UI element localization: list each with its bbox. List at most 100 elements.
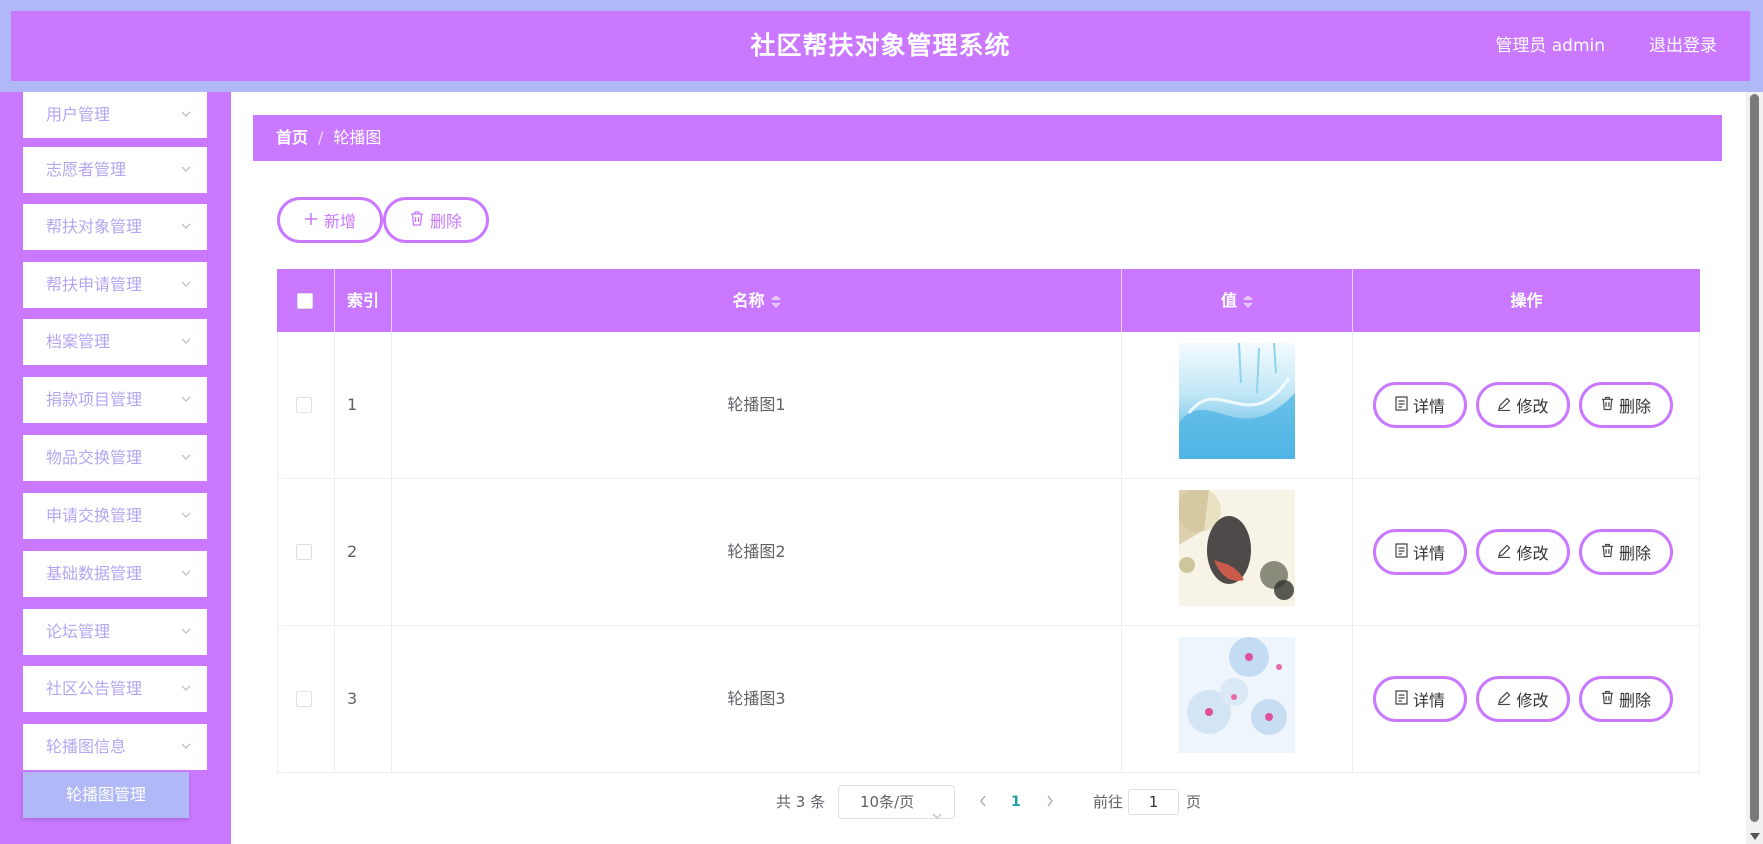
chevron-down-icon bbox=[179, 204, 193, 250]
sort-icon[interactable] bbox=[1243, 294, 1253, 309]
sidebar-item-donation-projects[interactable]: 捐款项目管理 bbox=[23, 377, 207, 423]
goto-page-input[interactable] bbox=[1128, 789, 1179, 815]
goto-label: 前往 bbox=[1093, 793, 1124, 811]
sidebar-item-exchange-requests[interactable]: 申请交换管理 bbox=[23, 493, 207, 539]
trash-icon bbox=[1601, 543, 1614, 562]
row-select-cell bbox=[278, 626, 335, 772]
sidebar-item-carousel-info[interactable]: 轮播图信息 bbox=[23, 724, 207, 770]
vertical-scrollbar[interactable] bbox=[1746, 92, 1763, 844]
select-all-checkbox[interactable] bbox=[297, 293, 313, 309]
detail-button-label: 详情 bbox=[1412, 397, 1445, 416]
breadcrumb-current: 轮播图 bbox=[333, 128, 382, 147]
app-title: 社区帮扶对象管理系统 bbox=[750, 31, 1011, 60]
pencil-icon bbox=[1497, 396, 1511, 415]
sidebar-item-label: 轮播图信息 bbox=[46, 737, 127, 756]
trash-icon bbox=[1601, 690, 1614, 709]
page-number-current[interactable]: 1 bbox=[1011, 785, 1021, 819]
plus-icon bbox=[304, 211, 318, 230]
chevron-down-icon bbox=[179, 609, 193, 655]
chevron-down-icon bbox=[179, 551, 193, 597]
current-user-label: 管理员 admin bbox=[1495, 36, 1605, 56]
column-header-value[interactable]: 值 bbox=[1122, 269, 1353, 332]
sidebar-item-label: 社区公告管理 bbox=[46, 679, 143, 698]
sidebar-item-label: 志愿者管理 bbox=[46, 160, 127, 179]
breadcrumb: 首页 / 轮播图 bbox=[253, 115, 1722, 161]
bulk-delete-button[interactable]: 删除 bbox=[383, 197, 489, 243]
row-index: 1 bbox=[335, 332, 392, 478]
row-checkbox[interactable] bbox=[296, 544, 312, 560]
page-size-select[interactable]: 10条/页 bbox=[838, 785, 955, 819]
delete-button[interactable]: 删除 bbox=[1579, 529, 1673, 575]
chevron-down-icon bbox=[179, 493, 193, 539]
sidebar-item-label: 申请交换管理 bbox=[46, 506, 143, 525]
pencil-icon bbox=[1497, 543, 1511, 562]
add-button-label: 新增 bbox=[323, 212, 356, 231]
sidebar-item-label: 帮扶申请管理 bbox=[46, 275, 143, 294]
scroll-down-arrow-icon[interactable] bbox=[1750, 833, 1760, 840]
column-header-name[interactable]: 名称 bbox=[392, 269, 1122, 332]
row-checkbox[interactable] bbox=[296, 691, 312, 707]
table-header: 索引 名称 值 操作 bbox=[277, 269, 1700, 332]
pagination: 共 3 条 10条/页 1 前往 页 bbox=[231, 785, 1746, 819]
sidebar-subitem-carousel-manage[interactable]: 轮播图管理 bbox=[23, 772, 189, 818]
sidebar-item-forum[interactable]: 论坛管理 bbox=[23, 609, 207, 655]
chevron-down-icon bbox=[179, 377, 193, 423]
chevron-down-icon bbox=[179, 666, 193, 712]
sidebar-item-aid-applications[interactable]: 帮扶申请管理 bbox=[23, 262, 207, 308]
row-image-cell bbox=[1122, 626, 1353, 772]
row-select-cell bbox=[278, 332, 335, 478]
sidebar: 用户管理 志愿者管理 帮扶对象管理 帮扶申请管理 档案管理 捐款项目管理 物品交… bbox=[0, 92, 231, 844]
chevron-down-icon bbox=[179, 147, 193, 193]
row-index: 3 bbox=[335, 626, 392, 772]
water-splash-image bbox=[1179, 343, 1295, 459]
column-header-value-label: 值 bbox=[1220, 291, 1237, 310]
trash-icon bbox=[1601, 396, 1614, 415]
sidebar-item-base-data[interactable]: 基础数据管理 bbox=[23, 551, 207, 597]
blue-flowers-image bbox=[1179, 637, 1295, 753]
sidebar-item-label: 捐款项目管理 bbox=[46, 390, 143, 409]
delete-button-label: 删除 bbox=[1618, 691, 1651, 710]
detail-button[interactable]: 详情 bbox=[1373, 529, 1467, 575]
detail-button-label: 详情 bbox=[1412, 691, 1445, 710]
pencil-icon bbox=[1497, 690, 1511, 709]
edit-button[interactable]: 修改 bbox=[1476, 529, 1570, 575]
sort-icon[interactable] bbox=[770, 294, 781, 309]
row-actions-cell: 详情 修改 删除 bbox=[1353, 626, 1700, 772]
row-name: 轮播图1 bbox=[392, 332, 1122, 478]
sidebar-item-item-exchange[interactable]: 物品交换管理 bbox=[23, 435, 207, 481]
row-actions-cell: 详情 修改 删除 bbox=[1353, 479, 1700, 625]
next-page-button[interactable] bbox=[1046, 785, 1054, 819]
sidebar-item-label: 物品交换管理 bbox=[46, 448, 143, 467]
edit-button[interactable]: 修改 bbox=[1476, 382, 1570, 428]
add-button[interactable]: 新增 bbox=[277, 197, 383, 243]
edit-button-label: 修改 bbox=[1516, 691, 1549, 710]
sidebar-item-archives[interactable]: 档案管理 bbox=[23, 319, 207, 365]
logout-link[interactable]: 退出登录 bbox=[1649, 11, 1717, 81]
pagination-total: 共 3 条 bbox=[776, 793, 826, 811]
column-header-index: 索引 bbox=[335, 269, 392, 332]
page-size-value: 10条/页 bbox=[860, 793, 915, 811]
trash-icon bbox=[410, 210, 424, 230]
document-icon bbox=[1395, 395, 1408, 415]
breadcrumb-separator: / bbox=[318, 128, 324, 147]
row-checkbox[interactable] bbox=[296, 397, 312, 413]
main-content: 首页 / 轮播图 新增 删除 索引 名称 值 操作 1 轮播图1 详情 修改 删… bbox=[231, 92, 1746, 844]
detail-button[interactable]: 详情 bbox=[1373, 676, 1467, 722]
sidebar-item-label: 论坛管理 bbox=[46, 622, 111, 641]
edit-button-label: 修改 bbox=[1516, 397, 1549, 416]
prev-page-button[interactable] bbox=[979, 785, 987, 819]
edit-button-label: 修改 bbox=[1516, 544, 1549, 563]
edit-button[interactable]: 修改 bbox=[1476, 676, 1570, 722]
delete-button-label: 删除 bbox=[1618, 397, 1651, 416]
top-header: 社区帮扶对象管理系统 管理员 admin 退出登录 bbox=[11, 11, 1750, 81]
row-image-cell bbox=[1122, 479, 1353, 625]
delete-button[interactable]: 删除 bbox=[1579, 676, 1673, 722]
breadcrumb-home[interactable]: 首页 bbox=[276, 128, 308, 147]
detail-button[interactable]: 详情 bbox=[1373, 382, 1467, 428]
sidebar-item-users[interactable]: 用户管理 bbox=[23, 92, 207, 138]
sidebar-item-volunteers[interactable]: 志愿者管理 bbox=[23, 147, 207, 193]
sidebar-item-announcements[interactable]: 社区公告管理 bbox=[23, 666, 207, 712]
scrollbar-thumb[interactable] bbox=[1750, 94, 1759, 822]
delete-button[interactable]: 删除 bbox=[1579, 382, 1673, 428]
sidebar-item-beneficiaries[interactable]: 帮扶对象管理 bbox=[23, 204, 207, 250]
